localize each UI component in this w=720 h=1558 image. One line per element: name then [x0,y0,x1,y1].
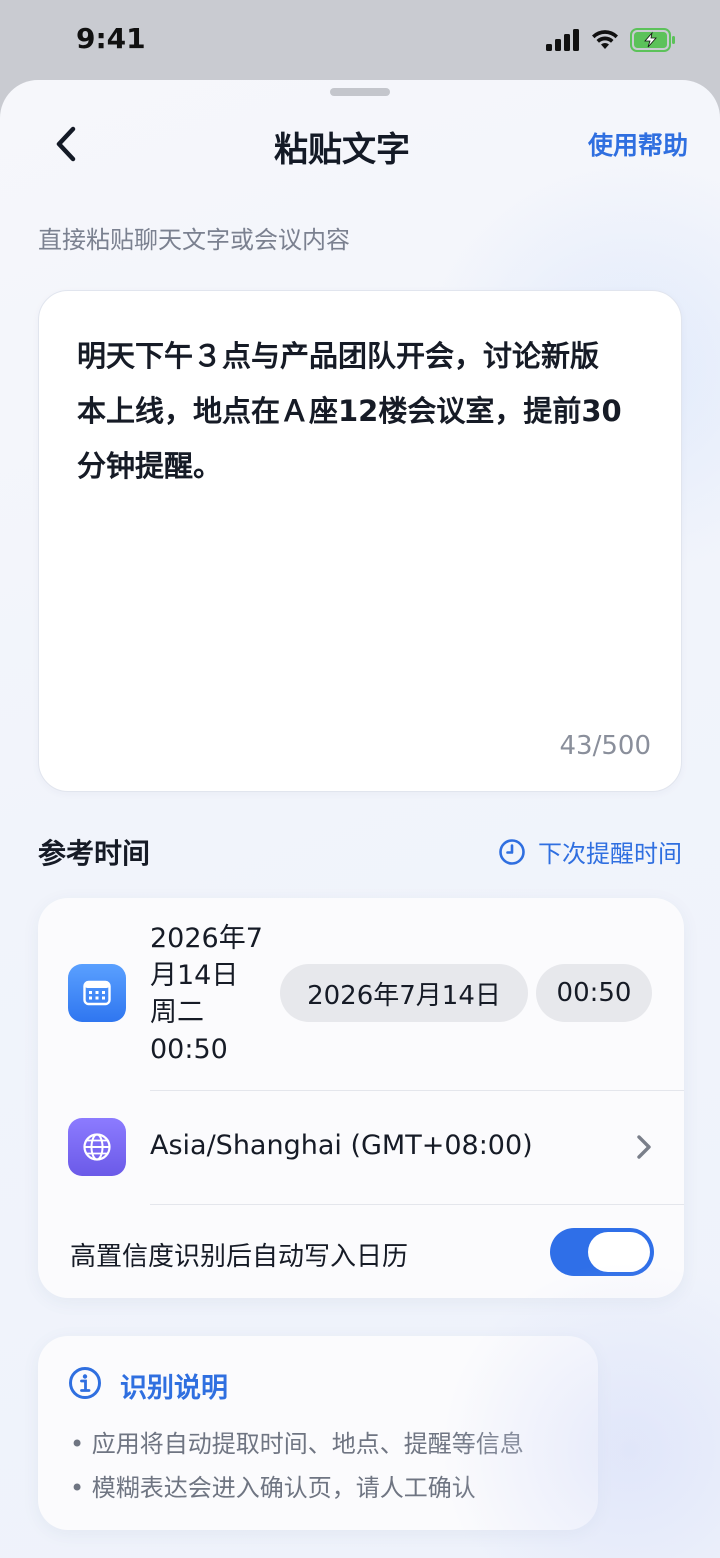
sheet-grabber[interactable] [330,88,390,96]
battery-charging-icon [630,28,675,52]
reference-datetime: 2026年7月14日 周二 00:50 [150,923,263,1065]
pasted-text[interactable]: 明天下午３点与产品团队开会，讨论新版本上线，地点在Ａ座12楼会议室，提前30分钟… [77,329,627,494]
clock-icon [499,838,525,865]
reference-time-card: 2026年7月14日 周二 00:50 2026年7月14日 00:50 Asi… [38,898,684,1298]
status-bar: 9:41 [0,0,720,80]
globe-icon [83,1133,111,1161]
character-counter: 43/500 [559,731,651,761]
recognition-info-card: 识别说明 • 应用将自动提取时间、地点、提醒等信息 • 模糊表达会进入确认页，请… [38,1336,598,1530]
page-title: 粘贴文字 [274,130,410,170]
help-link[interactable]: 使用帮助 [588,126,688,162]
calendar-tile [68,964,126,1022]
info-title: 识别说明 [120,1373,228,1404]
time-picker[interactable]: 00:50 [536,964,652,1022]
divider [150,1090,684,1091]
date-picker[interactable]: 2026年7月14日 [280,964,528,1022]
toggle-knob [588,1232,650,1272]
calendar-icon [83,980,111,1006]
reference-time-title: 参考时间 [38,837,151,870]
divider [150,1204,684,1205]
globe-tile [68,1118,126,1176]
info-item: • 应用将自动提取时间、地点、提醒等信息 [70,1430,524,1458]
input-hint: 直接粘贴聊天文字或会议内容 [38,226,350,254]
paste-text-sheet: 粘贴文字 使用帮助 直接粘贴聊天文字或会议内容 明天下午３点与产品团队开会，讨论… [0,80,720,1558]
status-icons [546,28,676,52]
timezone-selector[interactable]: Asia/Shanghai (GMT+08:00) [150,1130,533,1161]
auto-write-toggle[interactable] [550,1228,654,1276]
info-item: • 模糊表达会进入确认页，请人工确认 [70,1474,476,1502]
next-reminder-label: 下次提醒时间 [538,840,682,868]
next-reminder-button[interactable]: 下次提醒时间 [498,834,682,869]
auto-write-label: 高置信度识别后自动写入日历 [70,1242,409,1272]
info-icon [69,1367,101,1399]
signal-icon [546,29,579,51]
status-time: 9:41 [76,22,146,55]
wifi-icon [592,30,618,49]
chevron-right-icon[interactable] [634,1132,654,1162]
paste-text-area[interactable]: 明天下午３点与产品团队开会，讨论新版本上线，地点在Ａ座12楼会议室，提前30分钟… [38,290,682,792]
